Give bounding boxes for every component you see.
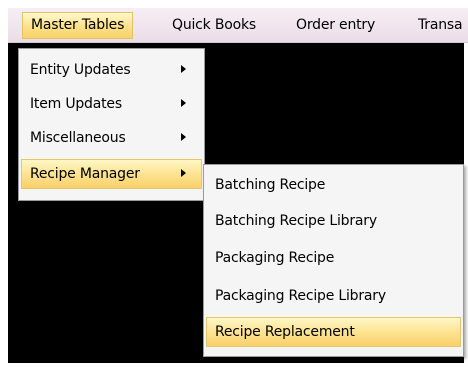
menu-quick-books[interactable]: Quick Books [164,12,264,39]
menu-item-recipe-replacement[interactable]: Recipe Replacement [206,317,461,347]
menu-item-item-updates[interactable]: Item Updates [21,89,202,119]
menu-master-tables[interactable]: Master Tables [22,12,134,39]
menu-item-recipe-manager[interactable]: Recipe Manager [21,159,202,189]
recipe-manager-submenu: Batching Recipe Batching Recipe Library … [203,164,464,357]
menu-item-label: Recipe Manager [30,166,140,182]
menu-item-miscellaneous[interactable]: Miscellaneous [21,123,202,153]
menu-transactions[interactable]: Transa [410,12,468,39]
master-tables-dropdown: Entity Updates Item Updates Miscellaneou… [18,48,205,201]
submenu-arrow-icon [181,65,186,73]
submenu-arrow-icon [181,169,186,177]
menu-item-batching-recipe[interactable]: Batching Recipe [206,170,461,200]
submenu-arrow-icon [181,99,186,107]
menu-item-packaging-recipe-library[interactable]: Packaging Recipe Library [206,281,461,311]
menu-bar: Master Tables Quick Books Order entry Tr… [8,8,468,43]
menu-item-label: Entity Updates [30,62,131,78]
menu-item-packaging-recipe[interactable]: Packaging Recipe [206,243,461,273]
menu-item-entity-updates[interactable]: Entity Updates [21,55,202,85]
menu-item-batching-recipe-library[interactable]: Batching Recipe Library [206,206,461,236]
menu-item-label: Miscellaneous [30,130,126,146]
menu-item-label: Item Updates [30,96,122,112]
submenu-arrow-icon [181,133,186,141]
menu-order-entry[interactable]: Order entry [288,12,383,39]
